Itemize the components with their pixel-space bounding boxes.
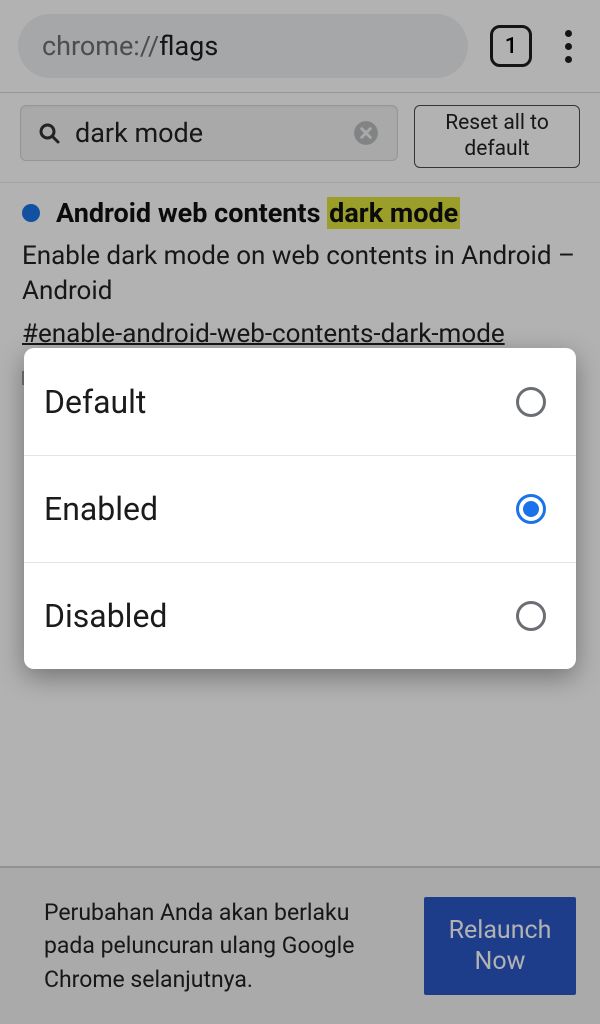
radio-icon bbox=[516, 387, 546, 417]
popup-option-label: Enabled bbox=[44, 490, 158, 528]
app-root: chrome://flags 1 dark mode Reset all to … bbox=[0, 0, 600, 1024]
popup-option-label: Default bbox=[44, 383, 146, 421]
popup-option-default[interactable]: Default bbox=[24, 348, 576, 455]
radio-icon bbox=[516, 601, 546, 631]
popup-option-enabled[interactable]: Enabled bbox=[24, 455, 576, 562]
radio-selected-icon bbox=[516, 494, 546, 524]
popup-option-disabled[interactable]: Disabled bbox=[24, 562, 576, 669]
flag-value-popup: Default Enabled Disabled bbox=[24, 348, 576, 669]
popup-option-label: Disabled bbox=[44, 597, 167, 635]
